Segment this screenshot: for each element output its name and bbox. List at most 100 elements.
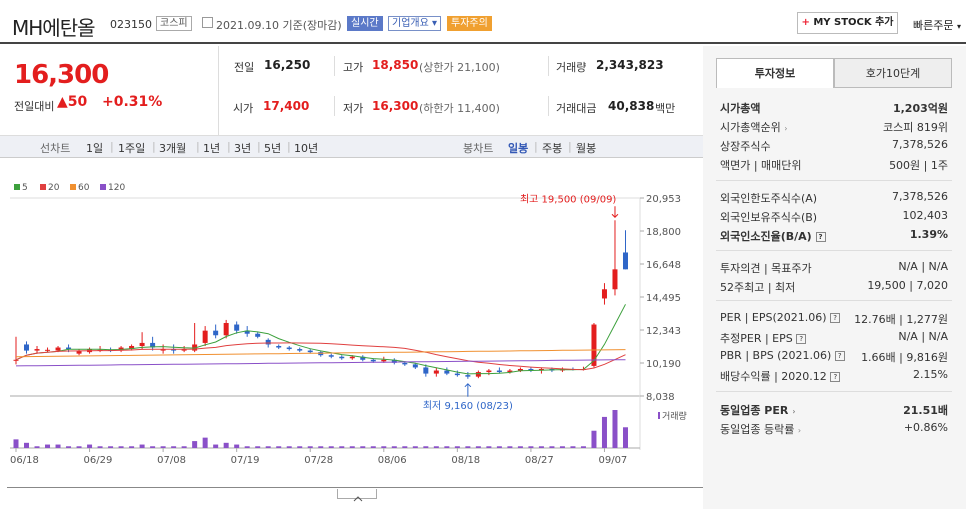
volume-bar	[276, 446, 282, 448]
plus-icon: +	[801, 17, 810, 28]
foreign-rate-label: 외국인소진율(B/A) ?	[720, 228, 826, 244]
divider	[548, 56, 549, 76]
volume-bar	[13, 439, 19, 448]
volume-bar	[129, 446, 135, 448]
candle-body	[433, 370, 439, 374]
trade-amount-value: 40,838	[608, 99, 655, 113]
candle-body	[475, 372, 481, 377]
dividend-label: 배당수익률 | 2020.12 ?	[720, 368, 841, 384]
period-1y[interactable]: 1년	[203, 140, 220, 156]
volume-bar	[97, 446, 103, 448]
volume-bar	[486, 446, 492, 448]
collapse-button[interactable]	[337, 489, 377, 502]
separator: |	[196, 140, 200, 153]
candle-chart-label: 봉차트	[463, 142, 494, 155]
candle-body	[286, 347, 292, 350]
dividend-label-text: 배당수익률 | 2020.12	[720, 370, 827, 383]
foreign-rate-label-text: 외국인소진율(B/A)	[720, 230, 812, 243]
divider	[334, 56, 335, 76]
period-3y[interactable]: 3년	[234, 140, 251, 156]
ma-legend-swatch	[70, 184, 76, 190]
high-label: 고가	[343, 61, 364, 74]
divider	[716, 250, 952, 251]
stock-code: 023150	[110, 18, 152, 31]
candle-body	[349, 356, 355, 359]
period-3m[interactable]: 3개월	[159, 140, 186, 156]
pbr-label-text: PBR | BPS (2021.06)	[720, 349, 832, 362]
volume-bar	[517, 446, 523, 448]
opinion-label: 투자의견 | 목표주가	[720, 262, 812, 275]
divider	[334, 96, 335, 116]
market-cap-rank-link[interactable]: 시가총액순위 ›	[720, 119, 787, 135]
volume-bar	[475, 446, 481, 448]
add-mystock-button[interactable]: + MY STOCK 추가	[797, 12, 898, 34]
volume-bar	[87, 444, 93, 448]
separator: |	[568, 140, 572, 153]
chevron-right-icon: ›	[784, 124, 788, 133]
market-cap-rank-value: 코스피 819위	[883, 121, 948, 134]
ma-legend-swatch	[14, 184, 20, 190]
trade-amount-unit: 백만	[655, 102, 676, 115]
candle-body	[622, 252, 628, 270]
volume-bar	[612, 410, 618, 448]
tab-investment-info[interactable]: 투자정보	[716, 58, 834, 88]
separator: |	[152, 140, 156, 153]
lower-limit: (하한가 11,400)	[419, 102, 500, 115]
candle-body	[139, 342, 145, 346]
candle-body	[276, 345, 282, 348]
help-icon[interactable]: ?	[815, 232, 826, 242]
divider	[716, 300, 952, 301]
high-annotation: 최고 19,500 (09/09)	[520, 193, 616, 205]
period-1w[interactable]: 1주일	[118, 140, 145, 156]
market-cap-label: 시가총액	[720, 102, 761, 115]
x-tick-label: 09/07	[598, 455, 627, 466]
tab-order-book[interactable]: 호가10단계	[834, 58, 952, 88]
candle-body	[402, 362, 408, 365]
divider	[548, 96, 549, 116]
company-overview-dropdown[interactable]: 기업개요 ▾	[388, 16, 442, 31]
moving-average-line	[15, 359, 626, 367]
prev-close-label: 전일	[234, 61, 255, 74]
foreign-hold-label: 외국인보유주식수(B)	[720, 211, 818, 224]
period-monthly[interactable]: 월봉	[576, 140, 596, 156]
help-icon[interactable]: ?	[796, 334, 807, 344]
foreign-limit-value: 7,378,526	[892, 190, 948, 203]
candle-body	[486, 370, 492, 373]
volume-bar	[496, 446, 502, 448]
volume-bar	[118, 446, 124, 448]
chevron-down-icon: ▾	[432, 18, 438, 29]
sector-rate-link[interactable]: 동일업종 등락률 ›	[720, 421, 801, 437]
volume-bar	[192, 441, 198, 448]
investment-caution-badge: 투자주의	[447, 16, 492, 31]
up-arrow-icon: ▲	[57, 94, 68, 110]
volume-bar	[433, 446, 439, 448]
period-5y[interactable]: 5년	[264, 140, 281, 156]
company-overview-label: 기업개요	[392, 18, 429, 29]
pbr-label: PBR | BPS (2021.06) ?	[720, 349, 845, 362]
volume-bar	[591, 430, 597, 448]
x-tick-label: 06/18	[10, 455, 39, 466]
chevron-down-icon: ▾	[956, 22, 961, 31]
x-tick-label: 07/19	[231, 455, 260, 466]
period-10y[interactable]: 10년	[294, 140, 318, 156]
period-daily[interactable]: 일봉	[508, 140, 528, 156]
volume-bar	[265, 446, 271, 448]
period-weekly[interactable]: 주봉	[542, 140, 562, 156]
realtime-button[interactable]: 실시간	[347, 16, 383, 31]
high-arrow-icon	[611, 206, 619, 218]
current-price: 16,300	[14, 60, 109, 90]
sector-per-link[interactable]: 동일업종 PER ›	[720, 402, 796, 418]
low-annotation: 최저 9,160 (08/23)	[423, 400, 513, 412]
period-1d[interactable]: 1일	[86, 140, 103, 156]
change-label: 전일대비	[14, 100, 55, 113]
est-per-label-text: 추정PER | EPS	[720, 332, 793, 345]
add-mystock-label: MY STOCK 추가	[813, 17, 894, 28]
quick-order-button[interactable]: 빠른주문 ▾	[913, 17, 961, 33]
volume-bar	[297, 446, 303, 448]
candle-body	[339, 356, 345, 359]
candle-body	[381, 359, 387, 362]
candle-body	[307, 350, 313, 353]
ma-legend-label: 5	[22, 183, 28, 193]
volume-bar	[160, 446, 166, 448]
volume-bar	[559, 446, 565, 448]
